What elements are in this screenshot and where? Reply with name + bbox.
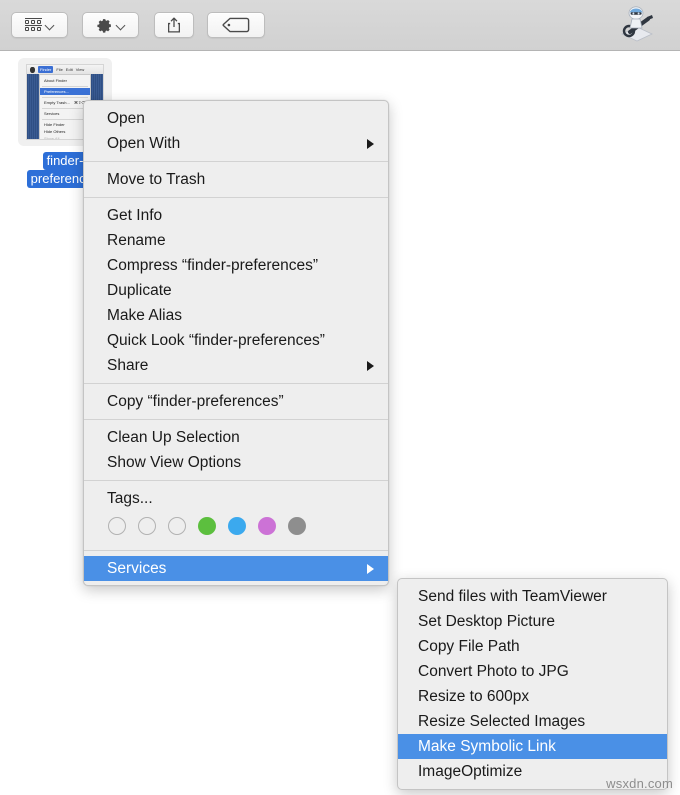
menu-item-tags[interactable]: Tags...	[84, 486, 388, 511]
thumbnail-menu-edit: Edit	[65, 67, 73, 72]
submenu-item-resize-to-600px[interactable]: Resize to 600px	[398, 684, 667, 709]
menu-item-label: Convert Photo to JPG	[418, 663, 569, 680]
thumbnail-item-preferences: Preferences...	[40, 88, 90, 95]
tag-none-1[interactable]	[108, 517, 126, 535]
thumbnail-menu-view: View	[75, 67, 85, 72]
automator-robot-icon	[616, 4, 658, 46]
menu-item-duplicate[interactable]: Duplicate	[84, 278, 388, 303]
menu-separator	[84, 161, 388, 162]
menu-item-label: Make Symbolic Link	[418, 738, 556, 755]
tag-icon	[222, 17, 250, 33]
menu-item-quick-look[interactable]: Quick Look “finder-preferences”	[84, 328, 388, 353]
menu-item-move-to-trash[interactable]: Move to Trash	[84, 167, 388, 192]
file-label-line1: finder-	[42, 152, 88, 170]
menu-item-rename[interactable]: Rename	[84, 228, 388, 253]
submenu-item-send-files-teamviewer[interactable]: Send files with TeamViewer	[398, 584, 667, 609]
menu-item-label: Copy “finder-preferences”	[107, 393, 284, 410]
toolbar-action-group	[82, 11, 139, 39]
submenu-arrow-icon	[367, 360, 374, 371]
menu-separator	[84, 550, 388, 551]
thumbnail-empty-trash-label: Empty Trash...	[44, 100, 70, 105]
tag-color-swatches	[84, 511, 388, 545]
chevron-down-icon	[117, 21, 126, 30]
menu-separator	[84, 383, 388, 384]
chevron-down-icon	[46, 21, 55, 30]
menu-item-label: Open	[107, 110, 145, 127]
menu-item-label: Quick Look “finder-preferences”	[107, 332, 325, 349]
submenu-item-set-desktop-picture[interactable]: Set Desktop Picture	[398, 609, 667, 634]
submenu-arrow-icon	[367, 138, 374, 149]
tag-button[interactable]	[207, 12, 265, 38]
menu-item-label: Resize to 600px	[418, 688, 530, 705]
submenu-arrow-icon	[367, 563, 374, 574]
toolbar-share-group	[154, 11, 194, 39]
action-gear-button[interactable]	[82, 12, 139, 38]
toolbar-left-group	[11, 11, 68, 39]
gear-icon	[96, 17, 113, 34]
menu-separator	[84, 480, 388, 481]
submenu-item-resize-selected-images[interactable]: Resize Selected Images	[398, 709, 667, 734]
menu-item-label: Duplicate	[107, 282, 172, 299]
services-submenu: Send files with TeamViewer Set Desktop P…	[397, 578, 668, 790]
menu-item-clean-up-selection[interactable]: Clean Up Selection	[84, 425, 388, 450]
tags-label-text: Tags...	[107, 490, 153, 507]
tag-blue[interactable]	[228, 517, 246, 535]
thumbnail-menu-finder: Finder	[38, 66, 54, 73]
menu-item-compress[interactable]: Compress “finder-preferences”	[84, 253, 388, 278]
finder-toolbar	[0, 0, 680, 51]
thumbnail-menu-file: File	[56, 67, 63, 72]
menu-item-label: Show View Options	[107, 454, 242, 471]
menu-item-label: Send files with TeamViewer	[418, 588, 607, 605]
menu-item-label: Resize Selected Images	[418, 713, 586, 730]
submenu-item-convert-photo-to-jpg[interactable]: Convert Photo to JPG	[398, 659, 667, 684]
thumbnail-item-about: About Finder	[44, 78, 67, 83]
grid-view-icon	[24, 17, 42, 33]
menu-item-label: Copy File Path	[418, 638, 520, 655]
submenu-item-copy-file-path[interactable]: Copy File Path	[398, 634, 667, 659]
menu-item-make-alias[interactable]: Make Alias	[84, 303, 388, 328]
menu-separator	[84, 419, 388, 420]
submenu-item-make-symbolic-link[interactable]: Make Symbolic Link	[398, 734, 667, 759]
tag-green[interactable]	[198, 517, 216, 535]
menu-item-label: Compress “finder-preferences”	[107, 257, 319, 274]
menu-item-label: Clean Up Selection	[107, 429, 240, 446]
view-options-button[interactable]	[11, 12, 68, 38]
tag-gray[interactable]	[288, 517, 306, 535]
menu-item-label: Open With	[107, 135, 181, 152]
tag-purple[interactable]	[258, 517, 276, 535]
tag-none-2[interactable]	[138, 517, 156, 535]
context-menu: Open Open With Move to Trash Get Info Re…	[83, 100, 389, 586]
menu-item-label: Set Desktop Picture	[418, 613, 555, 630]
menu-item-label: Share	[107, 357, 149, 374]
menu-item-show-view-options[interactable]: Show View Options	[84, 450, 388, 475]
toolbar-tag-group	[207, 11, 265, 39]
menu-item-label: ImageOptimize	[418, 763, 523, 780]
menu-item-copy[interactable]: Copy “finder-preferences”	[84, 389, 388, 414]
menu-item-label: Rename	[107, 232, 166, 249]
watermark: wsxdn.com	[606, 776, 673, 791]
share-icon	[166, 16, 182, 34]
menu-item-label: Move to Trash	[107, 171, 206, 188]
thumbnail-menubar: Finder File Edit View	[27, 65, 103, 74]
menu-item-label: Get Info	[107, 207, 163, 224]
share-button[interactable]	[154, 12, 194, 38]
menu-item-services[interactable]: Services	[84, 556, 388, 581]
menu-separator	[84, 197, 388, 198]
menu-item-label: Make Alias	[107, 307, 182, 324]
menu-item-share[interactable]: Share	[84, 353, 388, 378]
menu-item-open[interactable]: Open	[84, 106, 388, 131]
apple-logo-icon	[30, 66, 35, 73]
menu-item-open-with[interactable]: Open With	[84, 131, 388, 156]
menu-item-get-info[interactable]: Get Info	[84, 203, 388, 228]
tag-none-3[interactable]	[168, 517, 186, 535]
menu-item-label: Services	[107, 560, 167, 577]
